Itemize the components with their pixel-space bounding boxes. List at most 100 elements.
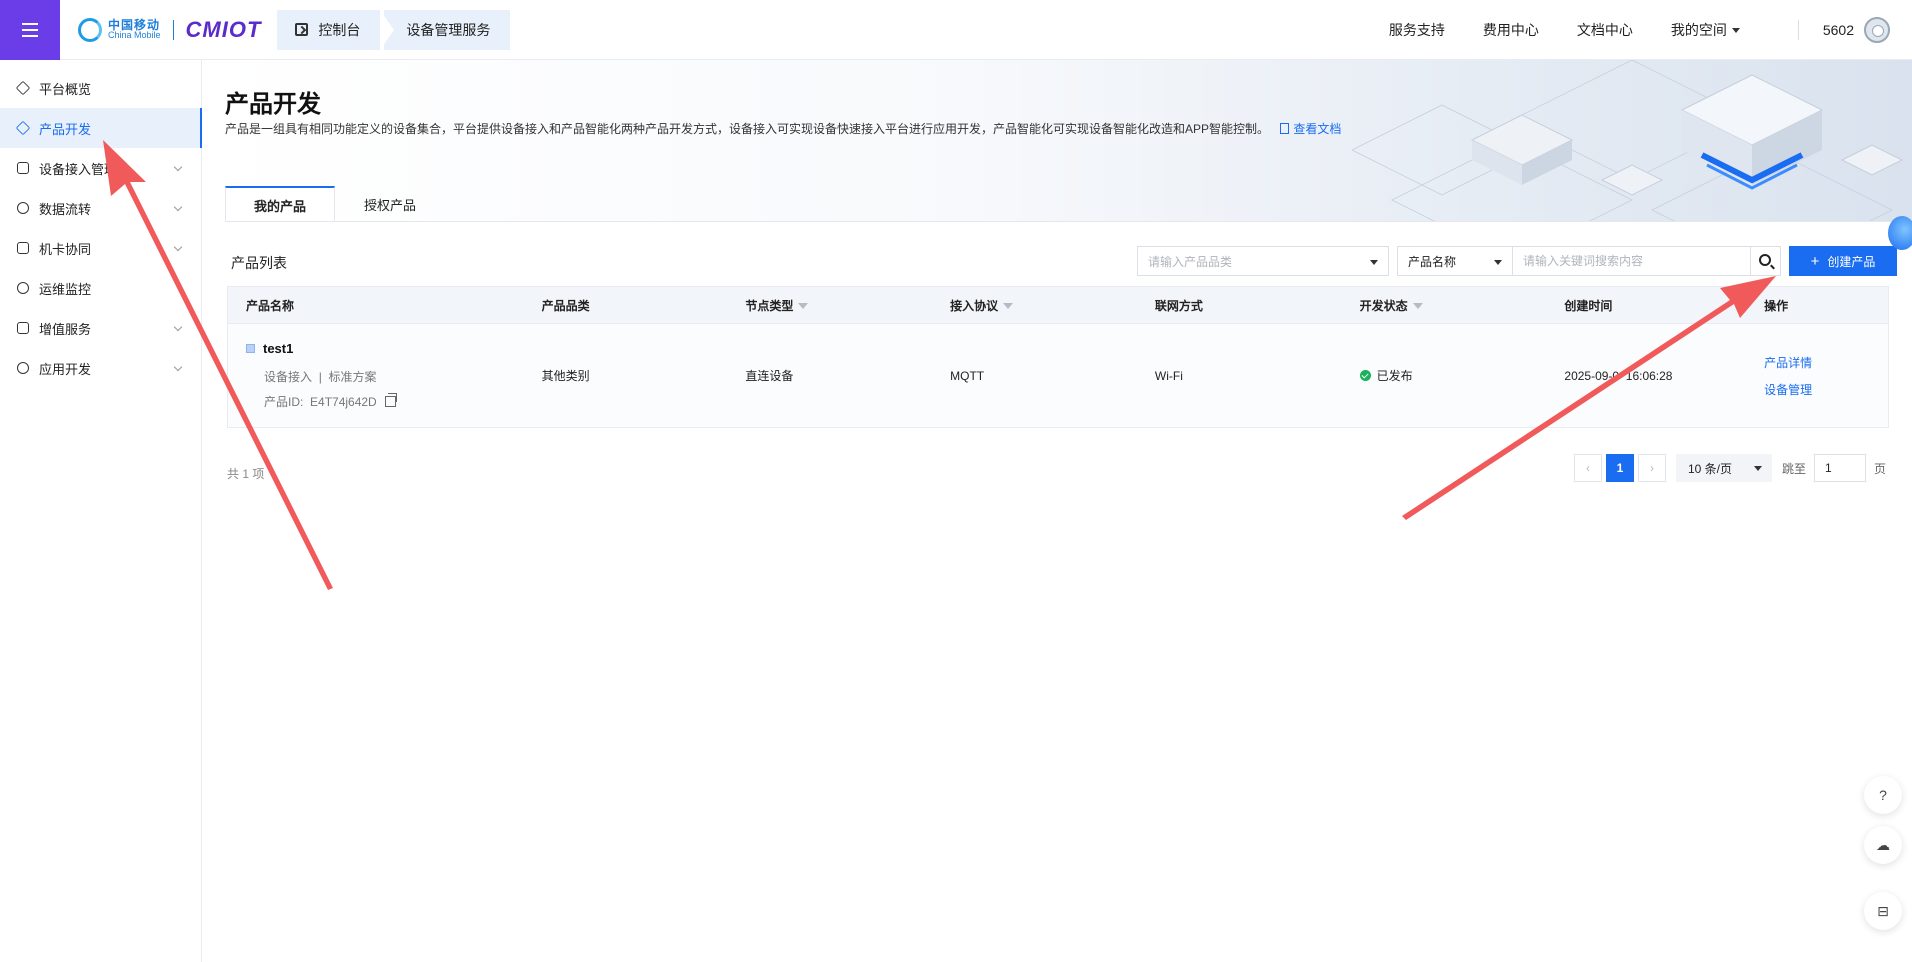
filter-icon[interactable] xyxy=(1412,303,1423,310)
sidebar-item-product-dev[interactable]: 产品开发 xyxy=(0,108,202,148)
view-docs-link[interactable]: 查看文档 xyxy=(1280,122,1341,136)
status-badge: 已发布 xyxy=(1376,369,1413,383)
main-content: 产品开发 产品是一组具有相同功能定义的设备集合，平台提供设备接入和产品智能化两种… xyxy=(203,60,1912,962)
top-nav: 服务支持 费用中心 文档中心 我的空间 5602 xyxy=(1351,0,1912,60)
col-category: 产品品类 xyxy=(541,298,590,313)
cloud-icon[interactable]: ☁ xyxy=(1864,826,1902,864)
product-tabs: 我的产品 授权产品 xyxy=(225,186,445,222)
filter-icon[interactable] xyxy=(1003,303,1014,310)
cell-product: test1 设备接入 | 标准方案 产品ID: E4T74j642D xyxy=(228,341,542,410)
sidebar-item-app-dev[interactable]: 应用开发 xyxy=(0,348,201,388)
sidebar-item-monitor[interactable]: 运维监控 xyxy=(0,268,201,308)
sidebar-item-card-sync[interactable]: 机卡协同 xyxy=(0,228,201,268)
logo-divider xyxy=(172,19,174,40)
app-dev-icon xyxy=(17,362,29,374)
cell-created-time: 2025-09-0 16:06:28 xyxy=(1564,368,1673,383)
cell-protocol: MQTT xyxy=(950,368,985,383)
sidebar: 平台概览 产品开发 设备接入管理 数据流转 机卡协同 运维监控 增值服务 应用开… xyxy=(0,60,202,962)
plus-icon: + xyxy=(1810,252,1820,270)
col-created-time: 创建时间 xyxy=(1564,298,1613,313)
crumb-device-management[interactable]: 设备管理服务 xyxy=(380,9,511,50)
cell-node-type: 直连设备 xyxy=(745,369,794,383)
caret-down-icon xyxy=(1494,260,1502,265)
next-page-button[interactable]: › xyxy=(1637,454,1666,482)
sidebar-item-value-added[interactable]: 增值服务 xyxy=(0,308,201,348)
col-actions: 操作 xyxy=(1764,298,1789,313)
product-cube-icon xyxy=(15,120,31,136)
tab-my-products[interactable]: 我的产品 xyxy=(225,186,335,222)
product-id: 产品ID: E4T74j642D xyxy=(246,393,542,410)
tabs-divider xyxy=(225,221,1912,222)
sidebar-item-overview[interactable]: 平台概览 xyxy=(0,68,201,108)
col-dev-status[interactable]: 开发状态 xyxy=(1360,297,1565,314)
table-row: test1 设备接入 | 标准方案 产品ID: E4T74j642D 其他类别 … xyxy=(228,323,1888,427)
cell-category: 其他类别 xyxy=(541,369,590,383)
filter-icon[interactable] xyxy=(798,303,809,310)
product-table: 产品名称 产品品类 节点类型 接入协议 联网方式 开发状态 创建时间 操作 te… xyxy=(227,286,1889,428)
product-icon xyxy=(246,344,255,353)
page-1-button[interactable]: 1 xyxy=(1605,454,1634,482)
jump-page-input[interactable] xyxy=(1813,454,1866,482)
chevron-down-icon xyxy=(173,202,183,212)
hamburger-icon xyxy=(22,28,38,31)
crumb-console[interactable]: 控制台 xyxy=(277,9,381,50)
sidebar-item-device-access[interactable]: 设备接入管理 xyxy=(0,148,201,188)
filter-bar: 请输入产品品类 产品名称 +创建产品 xyxy=(1137,246,1897,276)
nav-service-support[interactable]: 服务支持 xyxy=(1389,20,1445,40)
caret-down-icon xyxy=(1731,28,1740,34)
help-icon[interactable]: ? xyxy=(1864,776,1902,814)
search-icon xyxy=(1759,254,1771,266)
chevron-down-icon xyxy=(173,362,183,372)
send-icon xyxy=(17,322,29,334)
device-management-link[interactable]: 设备管理 xyxy=(1764,381,1888,398)
user-id[interactable]: 5602 xyxy=(1823,22,1854,38)
col-network: 联网方式 xyxy=(1154,298,1203,313)
cmiot-logo: CMIOT xyxy=(185,16,262,42)
col-product-name: 产品名称 xyxy=(246,298,295,313)
device-access-icon xyxy=(17,162,29,174)
search-field-select[interactable]: 产品名称 xyxy=(1397,246,1513,276)
document-icon xyxy=(1280,123,1290,134)
col-node-type[interactable]: 节点类型 xyxy=(745,297,950,314)
nav-billing-center[interactable]: 费用中心 xyxy=(1483,20,1539,40)
copy-icon[interactable] xyxy=(384,393,397,407)
top-bar: 中国移动 China Mobile CMIOT 控制台 设备管理服务 服务支持 … xyxy=(0,0,1912,60)
col-protocol[interactable]: 接入协议 xyxy=(950,297,1155,314)
china-mobile-logo-text: 中国移动 China Mobile xyxy=(108,18,161,40)
logo[interactable]: 中国移动 China Mobile CMIOT xyxy=(78,0,261,60)
prev-page-button[interactable]: ‹ xyxy=(1573,454,1602,482)
nav-my-space[interactable]: 我的空间 xyxy=(1671,20,1740,40)
jump-label: 跳至 xyxy=(1781,461,1806,476)
monitor-icon xyxy=(17,282,29,294)
keyword-search-input[interactable] xyxy=(1513,246,1751,276)
product-meta: 设备接入 | 标准方案 xyxy=(264,370,377,384)
chevron-down-icon xyxy=(173,322,183,332)
avatar[interactable] xyxy=(1864,16,1890,43)
chevron-down-icon xyxy=(173,162,183,172)
banner-illustration xyxy=(1352,60,1904,222)
page-description: 产品是一组具有相同功能定义的设备集合，平台提供设备接入和产品智能化两种产品开发方… xyxy=(225,122,1342,136)
data-flow-icon xyxy=(17,202,29,214)
product-name[interactable]: test1 xyxy=(246,341,542,356)
page-size-select[interactable]: 10 条/页 xyxy=(1675,454,1772,482)
nav-divider xyxy=(1797,19,1799,40)
overview-icon xyxy=(15,80,31,96)
caret-down-icon xyxy=(1370,260,1378,265)
table-header: 产品名称 产品品类 节点类型 接入协议 联网方式 开发状态 创建时间 操作 xyxy=(228,287,1888,323)
minimize-icon[interactable]: ⊟ xyxy=(1864,892,1902,930)
category-select[interactable]: 请输入产品品类 xyxy=(1137,246,1389,276)
search-button[interactable] xyxy=(1751,246,1781,276)
china-mobile-logo-icon xyxy=(78,17,102,42)
product-details-link[interactable]: 产品详情 xyxy=(1764,354,1888,371)
menu-toggle-button[interactable] xyxy=(0,0,60,60)
create-product-button[interactable]: + 创建产品 xyxy=(1789,246,1897,276)
assistant-robot-icon[interactable] xyxy=(1888,216,1912,250)
product-list-title: 产品列表 xyxy=(231,255,287,271)
nav-doc-center[interactable]: 文档中心 xyxy=(1577,20,1633,40)
cell-network: Wi-Fi xyxy=(1154,368,1183,383)
sidebar-item-data-flow[interactable]: 数据流转 xyxy=(0,188,201,228)
tab-authorized-products[interactable]: 授权产品 xyxy=(335,186,445,222)
page-title: 产品开发 xyxy=(225,91,321,118)
card-sync-icon xyxy=(17,242,29,254)
cell-actions: 产品详情 设备管理 xyxy=(1764,354,1888,398)
